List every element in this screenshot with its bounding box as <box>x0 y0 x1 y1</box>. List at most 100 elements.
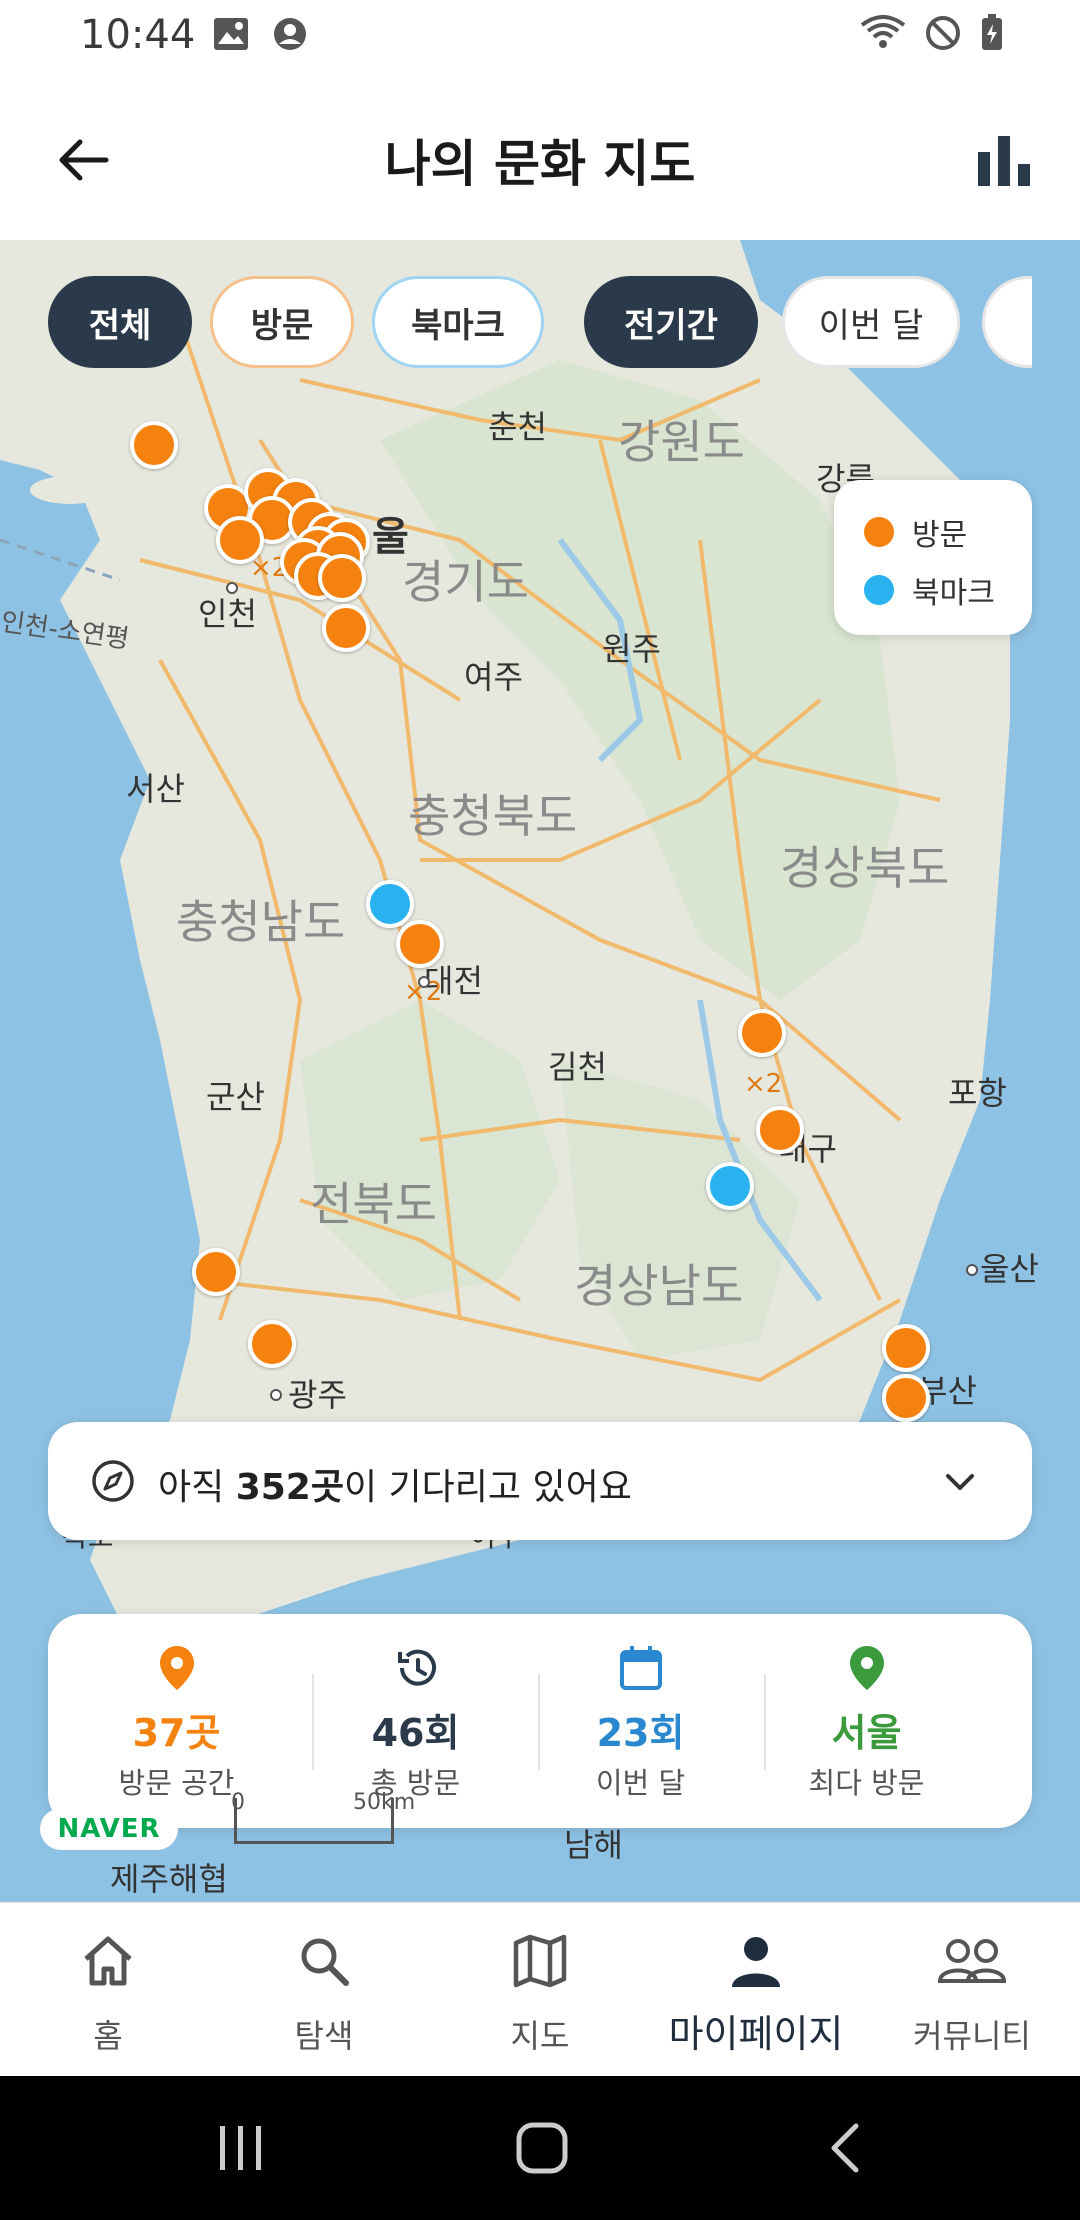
filter-chip-bookmark[interactable]: 북마크 <box>372 276 544 368</box>
battery-charging-icon <box>982 14 1002 50</box>
home-icon <box>84 1936 132 1986</box>
visit-marker[interactable] <box>192 1248 240 1296</box>
visit-marker[interactable] <box>396 920 444 968</box>
legend-bookmark-label: 북마크 <box>912 576 995 611</box>
nav-mypage[interactable]: 마이페이지 <box>648 1903 864 2077</box>
map-label-namhae: 남해 <box>564 1826 623 1864</box>
history-icon <box>397 1649 436 1686</box>
map-legend: 방문 북마크 <box>834 480 1032 635</box>
visit-legend-dot <box>864 517 894 547</box>
map-label-jeju-strait: 제주해협 <box>110 1860 228 1898</box>
filter-chips: 전체 방문 북마크 전기간 이번 달 <box>48 276 1032 372</box>
bookmark-marker[interactable] <box>366 880 414 928</box>
map-scale-bar: 0 50km <box>231 1790 415 1844</box>
home-button-icon[interactable] <box>514 2120 570 2176</box>
stat-value: 37곳 <box>132 1711 221 1755</box>
stat-label: 이번 달 <box>595 1766 686 1800</box>
bookmark-legend-dot <box>864 575 894 605</box>
back-button-icon[interactable] <box>826 2122 866 2174</box>
map-label-jeonbuk: 전북도 <box>310 1177 437 1231</box>
nav-label: 커뮤니티 <box>913 2017 1031 2055</box>
nav-map[interactable]: 지도 <box>432 1903 648 2077</box>
map-label-wonju: 원주 <box>602 630 661 668</box>
visit-marker[interactable] <box>756 1106 804 1154</box>
wifi-icon <box>860 15 906 48</box>
stat-this-month: 23회 이번 달 <box>528 1614 753 1828</box>
bar-chart-icon[interactable] <box>972 128 1036 192</box>
filter-chip-visit[interactable]: 방문 <box>210 276 354 368</box>
map-label-gunsan: 군산 <box>206 1078 265 1116</box>
status-time: 10:44 <box>80 12 196 58</box>
map-icon <box>513 1934 567 1988</box>
map-label-gwangju: 광주 <box>288 1376 347 1414</box>
remaining-places-banner[interactable]: 아직 352곳이 기다리고 있어요 <box>48 1422 1032 1540</box>
stat-total-visits: 46회 총 방문 <box>303 1614 528 1828</box>
map-label-gyeongbuk: 경상북도 <box>780 841 949 895</box>
nav-home[interactable]: 홈 <box>0 1903 216 2077</box>
banner-count: 352곳 <box>235 1467 344 1508</box>
stat-label: 방문 공간 <box>118 1766 235 1800</box>
map-label-chungbuk: 충청북도 <box>408 789 577 843</box>
stat-most-visited: 서울 최다 방문 <box>754 1614 979 1828</box>
recent-apps-icon[interactable] <box>216 2122 266 2174</box>
stat-value: 46회 <box>371 1711 460 1755</box>
scale-zero: 0 <box>231 1790 245 1815</box>
nav-search[interactable]: 탐색 <box>216 1903 432 2077</box>
nav-label: 홈 <box>93 2017 123 2055</box>
visit-marker[interactable] <box>882 1324 930 1372</box>
nav-label: 탐색 <box>294 2017 354 2055</box>
stat-visited-places: 37곳 방문 공간 <box>64 1614 289 1828</box>
map-label-gangwon: 강원도 <box>618 415 745 469</box>
location-pin-icon <box>159 1646 194 1690</box>
page-title: 나의 문화 지도 <box>384 135 696 193</box>
calendar-icon <box>619 1646 662 1690</box>
filter-chip-all-period[interactable]: 전기간 <box>584 276 758 368</box>
map-label-seoul: 울 <box>372 514 409 560</box>
filter-chip-this-month-label: 이번 달 <box>818 305 924 346</box>
map-label-gyeongnam: 경상남도 <box>574 1259 743 1313</box>
stat-label: 총 방문 <box>370 1766 461 1800</box>
filter-chip-this-month[interactable]: 이번 달 <box>782 276 960 368</box>
legend-visit-label: 방문 <box>912 518 968 553</box>
person-icon <box>732 1937 780 1987</box>
filter-chip-all[interactable]: 전체 <box>48 276 192 368</box>
map-label-gimcheon: 김천 <box>548 1048 607 1086</box>
stats-card: 37곳 방문 공간 46회 총 방문 23회 이번 달 서울 최다 방문 <box>48 1614 1032 1828</box>
search-icon <box>301 1938 349 1986</box>
people-icon <box>937 1939 1007 1983</box>
visit-marker[interactable] <box>318 554 366 602</box>
bookmark-marker[interactable] <box>706 1162 754 1210</box>
visit-marker[interactable] <box>738 1009 786 1057</box>
compass-icon <box>92 1460 134 1502</box>
map-label-chungnam: 충청남도 <box>176 895 345 949</box>
cluster-count: ×2 <box>744 1069 782 1099</box>
visit-marker[interactable] <box>130 421 178 469</box>
map-label-gyeonggi: 경기도 <box>402 555 529 609</box>
bottom-navigation: 홈 탐색 지도 마이페이지 커뮤니티 <box>0 1902 1080 2076</box>
visit-marker[interactable] <box>216 516 264 564</box>
remaining-places-message: 아직 352곳이 기다리고 있어요 <box>158 1458 632 1510</box>
banner-prefix: 아직 <box>158 1467 236 1508</box>
banner-suffix: 이 기다리고 있어요 <box>343 1467 632 1508</box>
map-label-pohang: 포항 <box>948 1074 1007 1112</box>
visit-marker[interactable] <box>248 1320 296 1368</box>
nav-label: 지도 <box>510 2017 570 2055</box>
chevron-down-icon[interactable] <box>940 1462 980 1502</box>
visit-marker[interactable] <box>882 1374 930 1422</box>
account-notification-icon <box>274 18 306 50</box>
scale-label: 50km <box>353 1790 416 1815</box>
nav-community[interactable]: 커뮤니티 <box>864 1903 1080 2077</box>
system-navigation-bar <box>0 2076 1080 2220</box>
visit-marker[interactable] <box>322 604 370 652</box>
location-pin-icon <box>849 1646 884 1690</box>
map-label-yeoju: 여주 <box>464 658 523 696</box>
map-label-ulsan: 울산 <box>980 1250 1039 1288</box>
naver-logo[interactable]: NAVER <box>40 1808 178 1850</box>
gallery-notification-icon <box>214 18 248 50</box>
status-bar: 10:44 <box>0 0 1080 70</box>
stat-value: 23회 <box>596 1711 685 1755</box>
map-label-seosan: 서산 <box>126 770 185 808</box>
filter-chip-more[interactable] <box>982 276 1032 368</box>
nav-label: 마이페이지 <box>668 2012 844 2056</box>
map-label-incheon: 인천 <box>198 595 257 633</box>
